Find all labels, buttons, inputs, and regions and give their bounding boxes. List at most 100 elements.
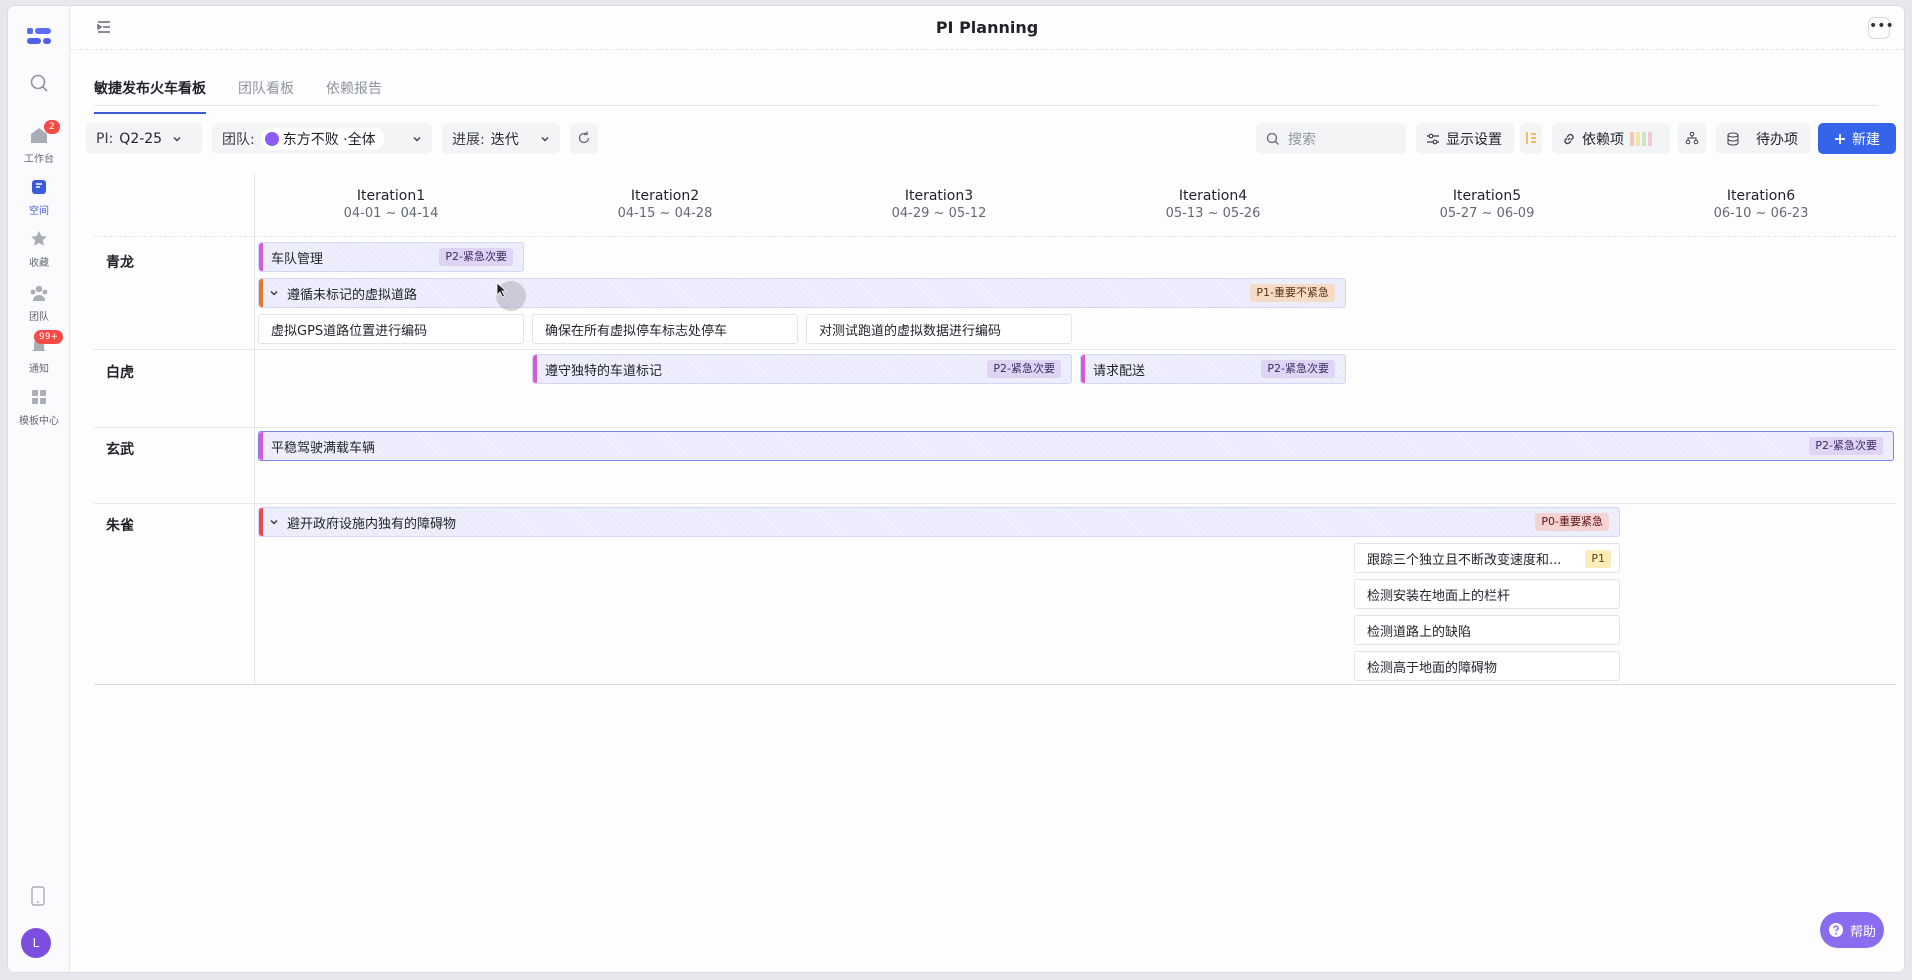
refresh-button[interactable]	[570, 123, 598, 154]
iteration-date: 04-29 ~ 05-12	[891, 206, 987, 221]
rail-label-team: 团队	[29, 312, 49, 323]
tab-dependency-report[interactable]: 依赖报告	[326, 78, 382, 98]
planning-board: Iteration1 04-01 ~ 04-14 Iteration2 04-1…	[94, 174, 1896, 684]
tab-team-board[interactable]: 团队看板	[238, 78, 294, 98]
new-button[interactable]: 新建	[1818, 123, 1896, 154]
top-bar: PI Planning •••	[70, 6, 1904, 50]
dependency-color-legend	[1630, 131, 1652, 146]
lane-name: 白虎	[106, 365, 134, 381]
story-card[interactable]: 虚拟GPS道路位置进行编码	[258, 314, 524, 344]
feature-card[interactable]: 请求配送 P2-紧急次要	[1080, 354, 1346, 384]
page-title: PI Planning	[935, 18, 1039, 37]
iteration-date: 06-10 ~ 06-23	[1713, 206, 1809, 221]
chevron-down-icon[interactable]	[269, 288, 279, 298]
story-card[interactable]: 对测试跑道的虚拟数据进行编码	[806, 314, 1072, 344]
display-settings-button[interactable]: 显示设置	[1416, 123, 1514, 154]
dependencies-button[interactable]: 依赖项	[1552, 123, 1670, 154]
pi-label: PI:	[96, 130, 114, 147]
app-logo-icon[interactable]	[21, 22, 57, 52]
tab-release-train[interactable]: 敏捷发布火车看板	[94, 78, 206, 114]
team-avatar-icon	[264, 131, 279, 146]
priority-tag: P2-紧急次要	[987, 360, 1061, 378]
feature-title: 避开政府设施内独有的障碍物	[287, 516, 457, 532]
rail-label-templates: 模板中心	[19, 416, 59, 427]
more-options-button[interactable]: •••	[1868, 17, 1894, 39]
progress-select[interactable]: 进展: 迭代	[442, 123, 560, 154]
progress-label: 进展:	[452, 131, 485, 148]
team-chip: 东方不败 ·全体	[260, 127, 384, 150]
backlog-button[interactable]: 待办项	[1716, 123, 1810, 154]
priority-tag: P1	[1585, 550, 1611, 568]
priority-color-bar	[259, 243, 263, 271]
rail-label-favorites: 收藏	[29, 258, 49, 269]
chevron-down-icon[interactable]	[269, 517, 279, 527]
header-divider	[94, 236, 1896, 237]
hierarchy-icon	[1685, 131, 1699, 145]
help-label: 帮助	[1849, 924, 1876, 940]
mobile-icon[interactable]	[30, 886, 46, 906]
priority-color-bar	[1081, 355, 1085, 383]
search-input[interactable]: 搜索	[1256, 123, 1406, 154]
feature-title: 遵循未标记的虚拟道路	[287, 287, 418, 303]
pi-select[interactable]: PI: Q2-25	[86, 123, 202, 154]
milestone-icon	[1526, 132, 1536, 144]
story-card[interactable]: 跟踪三个独立且不断改变速度和... P1	[1354, 543, 1620, 573]
lane-divider	[94, 503, 1896, 504]
iteration-name: Iteration6	[1726, 188, 1796, 204]
milestone-toggle-button[interactable]	[1520, 123, 1542, 154]
team-value: 东方不败 ·全体	[282, 131, 376, 148]
search-rail-item[interactable]	[8, 72, 70, 98]
feature-title: 遵守独特的车道标记	[545, 363, 663, 379]
pi-value: Q2-25	[119, 130, 163, 147]
rail-item-favorites[interactable]: 收藏	[8, 228, 70, 269]
notification-count-badge: 99+	[34, 330, 63, 344]
priority-tag: P0-重要紧急	[1535, 513, 1609, 531]
feature-card[interactable]: 平稳驾驶满载车辆 P2-紧急次要	[258, 431, 1894, 461]
avatar[interactable]: L	[21, 928, 51, 958]
iteration-name: Iteration3	[904, 188, 974, 204]
rail-item-notifications[interactable]: 通知 99+	[8, 330, 70, 375]
iteration-date: 05-13 ~ 05-26	[1165, 206, 1261, 221]
priority-color-bar	[259, 432, 263, 460]
iteration-header: Iteration6 06-10 ~ 06-23	[1624, 188, 1898, 221]
team-select[interactable]: 团队: 东方不败 ·全体	[212, 123, 432, 154]
story-card[interactable]: 检测道路上的缺陷	[1354, 615, 1620, 645]
refresh-icon	[578, 131, 590, 144]
star-icon	[31, 231, 47, 246]
story-card[interactable]: 检测高于地面的障碍物	[1354, 651, 1620, 681]
feature-card[interactable]: 遵守独特的车道标记 P2-紧急次要	[532, 354, 1072, 384]
iteration-header: Iteration4 05-13 ~ 05-26	[1076, 188, 1350, 221]
hierarchy-button[interactable]	[1678, 123, 1706, 154]
help-button[interactable]: 帮助	[1820, 912, 1884, 948]
rail-item-templates[interactable]: 模板中心	[8, 386, 70, 427]
new-label: 新建	[1852, 131, 1880, 148]
app-window: 工作台 2 空间 收藏 团队 通知 99+ 模板中心 L PI Planning	[8, 6, 1904, 972]
rail-label-notifications: 通知	[29, 364, 49, 375]
space-icon	[32, 180, 46, 194]
link-icon	[1564, 133, 1574, 144]
iteration-date: 05-27 ~ 06-09	[1439, 206, 1535, 221]
rail-label-space: 空间	[29, 206, 49, 217]
iteration-date: 04-01 ~ 04-14	[343, 206, 439, 221]
feature-card[interactable]: 避开政府设施内独有的障碍物 P0-重要紧急	[258, 507, 1620, 537]
iteration-name: Iteration5	[1452, 188, 1522, 204]
search-icon	[30, 74, 48, 92]
priority-color-bar	[259, 508, 263, 536]
rail-item-team[interactable]: 团队	[8, 282, 70, 323]
feature-card[interactable]: 遵循未标记的虚拟道路 P1-重要不紧急	[258, 278, 1346, 308]
iteration-name: Iteration4	[1178, 188, 1248, 204]
story-card[interactable]: 确保在所有虚拟停车标志处停车	[532, 314, 798, 344]
priority-tag: P2-紧急次要	[1809, 437, 1883, 455]
left-rail: 工作台 2 空间 收藏 团队 通知 99+ 模板中心 L	[8, 6, 70, 972]
chevron-down-icon	[541, 136, 549, 141]
iteration-name: Iteration2	[630, 188, 700, 204]
dependencies-label: 依赖项	[1582, 131, 1624, 148]
lane-name: 朱雀	[106, 518, 134, 534]
notification-count-badge: 2	[44, 120, 60, 134]
rail-item-workbench[interactable]: 工作台 2	[8, 120, 70, 165]
feature-card[interactable]: 车队管理 P2-紧急次要	[258, 242, 524, 272]
rail-item-space[interactable]: 空间	[8, 176, 70, 217]
grid-icon	[32, 390, 46, 404]
story-card[interactable]: 检测安装在地面上的栏杆	[1354, 579, 1620, 609]
lane-divider	[94, 427, 1896, 428]
